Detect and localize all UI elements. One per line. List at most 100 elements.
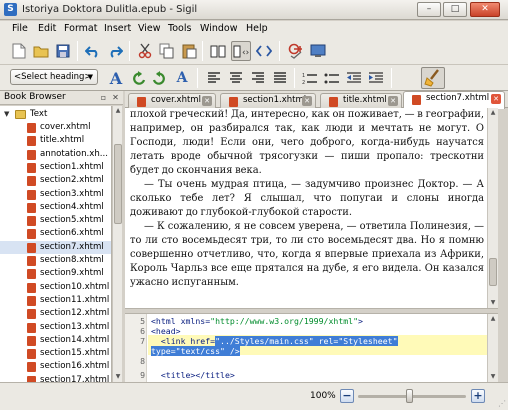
clean-broom-icon[interactable] <box>421 67 445 89</box>
book-view-scrollbar[interactable]: ▲ ▼ <box>487 108 498 308</box>
text-style-icon[interactable]: A <box>172 68 192 88</box>
redo-icon[interactable] <box>105 41 125 61</box>
menu-file[interactable]: File <box>12 23 28 34</box>
file-item[interactable]: section8.xhtml <box>0 254 111 267</box>
file-item[interactable]: section2.xhtml <box>0 174 111 187</box>
code-line-7-wrap[interactable]: type="text/css" /> <box>151 346 240 356</box>
code-view-pane[interactable]: 5 6 7 8 9 <html xmlns="http://www.w3.org… <box>125 314 487 382</box>
scroll-up-arrow-icon[interactable]: ▲ <box>488 108 498 118</box>
paste-icon[interactable] <box>179 41 199 61</box>
undo-icon[interactable] <box>83 41 103 61</box>
undo-arrow-icon[interactable] <box>128 68 148 88</box>
code-view-scrollbar[interactable]: ▲ ▼ <box>487 314 498 382</box>
file-item[interactable]: section6.xhtml <box>0 227 111 240</box>
code-view-icon[interactable] <box>254 41 274 61</box>
align-justify-icon[interactable] <box>270 68 290 88</box>
code-line-7[interactable]: <link href="../Styles/main.css" rel="Sty… <box>151 336 398 346</box>
minimize-button[interactable]: – <box>417 2 441 17</box>
align-right-icon[interactable] <box>248 68 268 88</box>
scroll-down-arrow-icon[interactable]: ▼ <box>488 372 498 382</box>
maximize-button[interactable]: □ <box>443 2 467 17</box>
new-file-icon[interactable] <box>9 41 29 61</box>
copy-icon[interactable] <box>157 41 177 61</box>
scroll-up-arrow-icon[interactable]: ▲ <box>488 314 498 324</box>
increase-indent-icon[interactable] <box>366 68 386 88</box>
close-panel-icon[interactable]: ✕ <box>110 92 121 103</box>
file-item[interactable]: section17.xhtml <box>0 374 111 382</box>
zoom-in-button[interactable]: + <box>471 389 485 403</box>
paragraph[interactable]: плохой греческий! Да, интересно, как он … <box>130 108 484 178</box>
open-folder-icon[interactable] <box>31 41 51 61</box>
selected-text[interactable]: type="text/css" /> <box>151 346 240 356</box>
code-line-6[interactable]: <head> <box>151 326 181 336</box>
close-window-button[interactable]: ✕ <box>470 2 500 17</box>
file-item[interactable]: section9.xhtml <box>0 267 111 280</box>
decrease-indent-icon[interactable] <box>344 68 364 88</box>
book-browser-scrollbar[interactable]: ▲ ▼ <box>112 106 122 382</box>
save-icon[interactable] <box>53 41 73 61</box>
bullet-list-icon[interactable] <box>322 68 342 88</box>
zoom-out-button[interactable]: − <box>340 389 354 403</box>
file-item[interactable]: section11.xhtml <box>0 294 111 307</box>
scrollbar-thumb[interactable] <box>489 258 497 286</box>
menu-window[interactable]: Window <box>200 23 237 34</box>
heading-select[interactable]: <Select heading> ▼ <box>10 69 98 85</box>
scrollbar-thumb[interactable] <box>114 144 122 224</box>
zoom-slider-thumb[interactable] <box>405 389 413 403</box>
heading-1-button[interactable]: A <box>106 68 126 88</box>
split-view-icon[interactable]: ‹› <box>231 41 251 61</box>
tab-section7[interactable]: section7.xhtml ✕ <box>403 91 505 109</box>
collapse-arrow-icon[interactable]: ▼ <box>4 108 9 121</box>
menu-help[interactable]: Help <box>246 23 268 34</box>
file-item[interactable]: section5.xhtml <box>0 214 111 227</box>
code-line-9[interactable]: <title></title> <box>151 370 235 380</box>
tab-title[interactable]: title.xhtml ✕ <box>320 93 402 108</box>
book-text[interactable]: плохой греческий! Да, интересно, как он … <box>130 108 484 290</box>
close-tab-icon[interactable]: ✕ <box>202 96 212 106</box>
file-item[interactable]: section10.xhtml <box>0 281 111 294</box>
scroll-up-arrow-icon[interactable]: ▲ <box>113 106 123 116</box>
file-item[interactable]: title.xhtml <box>0 134 111 147</box>
file-item[interactable]: section13.xhtml <box>0 321 111 334</box>
numbered-list-icon[interactable]: 12 <box>300 68 320 88</box>
xhtml-file-icon <box>27 335 36 346</box>
cut-icon[interactable] <box>135 41 155 61</box>
file-item[interactable]: cover.xhtml <box>0 121 111 134</box>
align-center-icon[interactable] <box>226 68 246 88</box>
menu-edit[interactable]: Edit <box>38 23 56 34</box>
tab-section1[interactable]: section1.xhtml ✕ <box>220 93 316 108</box>
close-tab-icon[interactable]: ✕ <box>302 96 312 106</box>
menu-view[interactable]: View <box>138 23 161 34</box>
tab-cover[interactable]: cover.xhtml ✕ <box>128 93 216 108</box>
menu-format[interactable]: Format <box>64 23 97 34</box>
book-view-icon[interactable] <box>208 41 228 61</box>
file-item[interactable]: section12.xhtml <box>0 307 111 320</box>
resize-grip-icon[interactable]: ⋰ <box>498 399 506 408</box>
file-item[interactable]: section15.xhtml <box>0 347 111 360</box>
code-line-5[interactable]: <html xmlns="http://www.w3.org/1999/xhtm… <box>151 316 363 326</box>
float-panel-icon[interactable]: ▫ <box>98 92 109 103</box>
preview-icon[interactable] <box>308 41 328 61</box>
file-item[interactable]: section1.xhtml <box>0 161 111 174</box>
close-tab-icon[interactable]: ✕ <box>491 94 501 104</box>
file-item[interactable]: section4.xhtml <box>0 201 111 214</box>
book-view-pane[interactable]: плохой греческий! Да, интересно, как он … <box>125 108 487 308</box>
xhtml-file-icon <box>27 202 36 213</box>
scroll-down-arrow-icon[interactable]: ▼ <box>113 372 123 382</box>
file-item[interactable]: section7.xhtml <box>0 240 111 254</box>
file-item[interactable]: section14.xhtml <box>0 334 111 347</box>
paragraph[interactable]: — К сожалению, я не совсем уверена, — от… <box>130 220 484 290</box>
folder-text[interactable]: ▼ Text <box>0 108 111 121</box>
scroll-down-arrow-icon[interactable]: ▼ <box>488 298 498 308</box>
selected-text[interactable]: "../Styles/main.css" rel="Stylesheet" <box>215 336 398 346</box>
menu-insert[interactable]: Insert <box>104 23 131 34</box>
menu-tools[interactable]: Tools <box>168 23 191 34</box>
file-item[interactable]: section3.xhtml <box>0 188 111 201</box>
close-tab-icon[interactable]: ✕ <box>388 96 398 106</box>
paragraph[interactable]: — Ты очень мудрая птица, — задумчиво про… <box>130 178 484 220</box>
align-left-icon[interactable] <box>204 68 224 88</box>
redo-arrow-icon[interactable] <box>150 68 170 88</box>
spellcheck-icon[interactable] <box>286 41 306 61</box>
file-item[interactable]: section16.xhtml <box>0 360 111 373</box>
file-item[interactable]: annotation.xh... <box>0 148 111 161</box>
